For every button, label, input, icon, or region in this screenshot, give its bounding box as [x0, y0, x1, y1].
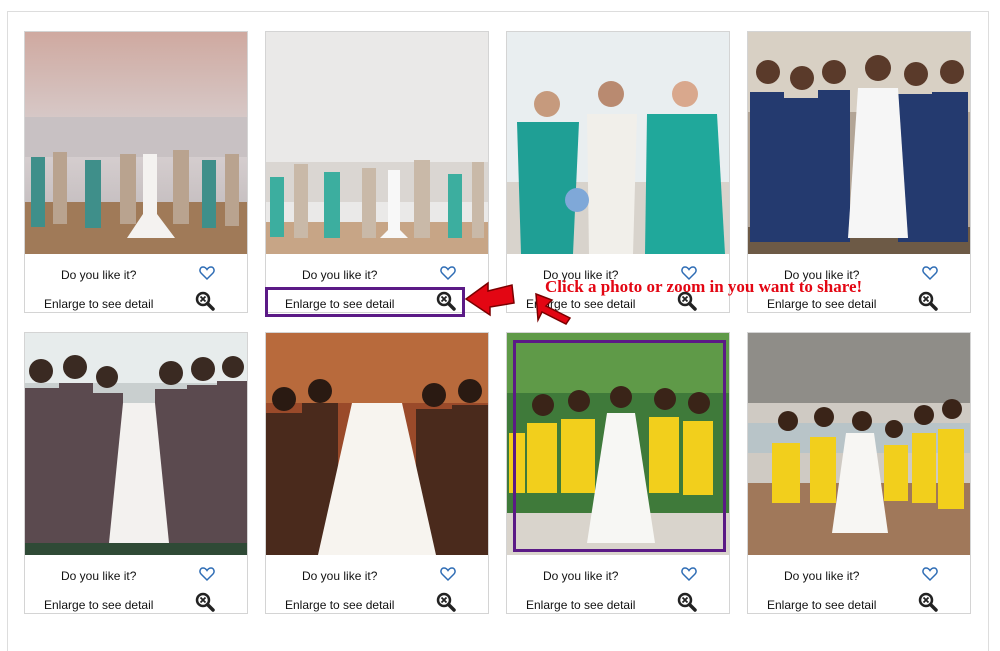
zoom-row: Enlarge to see detail	[266, 592, 488, 615]
zoom-row: Enlarge to see detail	[25, 592, 247, 615]
like-row: Do you like it?	[266, 265, 488, 285]
enlarge-link[interactable]: Enlarge to see detail	[526, 598, 635, 612]
enlarge-link[interactable]: Enlarge to see detail	[767, 297, 876, 311]
gallery-card-5: Do you like it? Enlarge to see detail	[24, 332, 248, 614]
photo-beach-sunset-back-view[interactable]	[25, 32, 247, 254]
zoom-row: Enlarge to see detail	[748, 291, 970, 314]
photo-teal-bridesmaids-portrait[interactable]	[507, 32, 729, 254]
like-label: Do you like it?	[302, 268, 378, 282]
heart-icon[interactable]	[681, 566, 697, 582]
gallery-card-4: Do you like it? Enlarge to see detail	[747, 31, 971, 313]
gallery-card-2: Do you like it? Enlarge to see detail	[265, 31, 489, 313]
gallery-card-1: Do you like it? Enlarge to see detail	[24, 31, 248, 313]
zoom-row: Enlarge to see detail	[507, 592, 729, 615]
like-label: Do you like it?	[302, 569, 378, 583]
gallery-card-8: Do you like it? Enlarge to see detail	[747, 332, 971, 614]
like-label: Do you like it?	[61, 569, 137, 583]
photo-brown-bridesmaids-back-view[interactable]	[266, 333, 488, 555]
like-label: Do you like it?	[784, 569, 860, 583]
enlarge-link[interactable]: Enlarge to see detail	[44, 297, 153, 311]
zoom-row: Enlarge to see detail	[25, 291, 247, 314]
heart-icon[interactable]	[440, 265, 456, 281]
photo-navy-bridesmaids-indoor[interactable]	[748, 32, 970, 254]
heart-icon[interactable]	[199, 566, 215, 582]
heart-icon[interactable]	[440, 566, 456, 582]
arrow-left-icon	[464, 281, 515, 317]
like-label: Do you like it?	[543, 569, 619, 583]
magnifier-x-icon[interactable]	[436, 592, 456, 612]
share-callout: Click a photo or zoom in you want to sha…	[545, 277, 863, 296]
gallery-card-3: Do you like it? Enlarge to see detail	[506, 31, 730, 313]
zoom-row: Enlarge to see detail	[748, 592, 970, 615]
heart-icon[interactable]	[199, 265, 215, 281]
magnifier-x-icon[interactable]	[677, 592, 697, 612]
enlarge-link[interactable]: Enlarge to see detail	[285, 598, 394, 612]
heart-icon[interactable]	[922, 265, 938, 281]
like-row: Do you like it?	[266, 566, 488, 586]
magnifier-x-icon[interactable]	[195, 291, 215, 311]
like-row: Do you like it?	[25, 566, 247, 586]
photo-mocha-bridesmaids-posing[interactable]	[25, 333, 247, 555]
highlight-photo-box	[513, 340, 726, 552]
magnifier-x-icon[interactable]	[918, 592, 938, 612]
enlarge-link[interactable]: Enlarge to see detail	[767, 598, 876, 612]
like-row: Do you like it?	[507, 566, 729, 586]
photo-beach-lineup[interactable]	[266, 32, 488, 254]
magnifier-x-icon[interactable]	[195, 592, 215, 612]
enlarge-link[interactable]: Enlarge to see detail	[44, 598, 153, 612]
photo-yellow-bridesmaids-beach[interactable]	[748, 333, 970, 555]
heart-icon[interactable]	[922, 566, 938, 582]
like-row: Do you like it?	[25, 265, 247, 285]
highlight-enlarge-box	[265, 287, 465, 317]
magnifier-x-icon[interactable]	[918, 291, 938, 311]
like-row: Do you like it?	[748, 566, 970, 586]
gallery-card-6: Do you like it? Enlarge to see detail	[265, 332, 489, 614]
like-label: Do you like it?	[61, 268, 137, 282]
